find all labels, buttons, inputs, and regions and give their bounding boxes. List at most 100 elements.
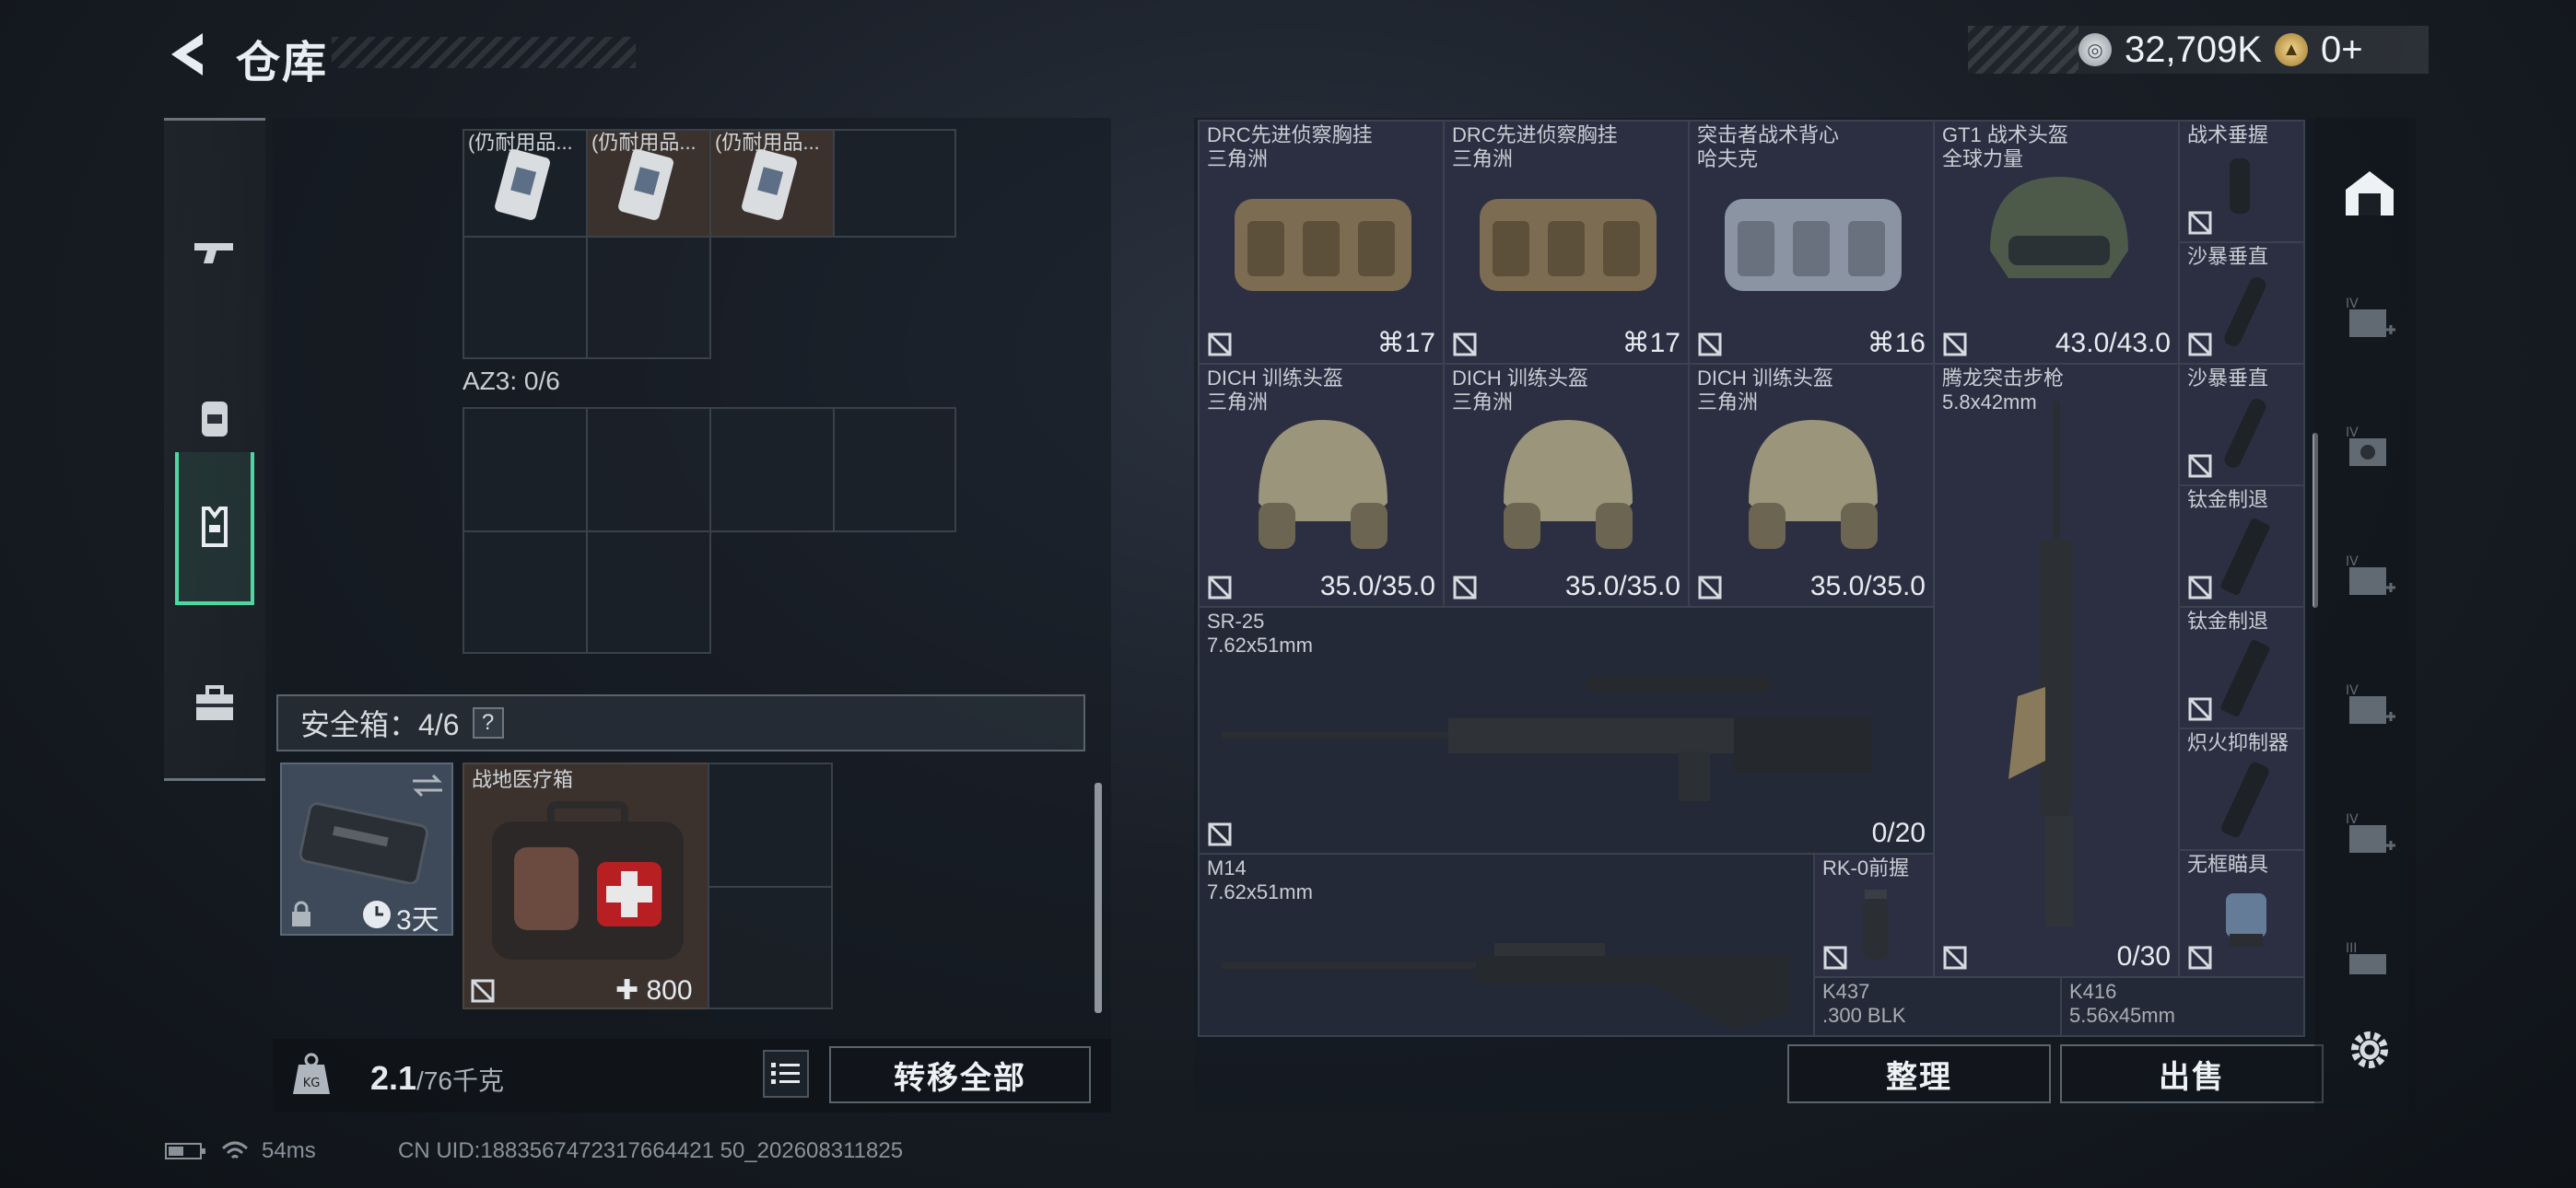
backpack-icon bbox=[202, 402, 228, 437]
storage-tab-iii[interactable]: III bbox=[2325, 930, 2414, 985]
az3-slot[interactable] bbox=[709, 407, 835, 532]
medkit-value: ✚ 800 bbox=[615, 975, 693, 1006]
stash-slot[interactable] bbox=[586, 236, 711, 359]
category-case[interactable] bbox=[175, 627, 254, 780]
list-view-button[interactable] bbox=[763, 1050, 809, 1098]
gold-coin-icon: ▲ bbox=[2275, 33, 2309, 66]
inventory-item[interactable]: DRC先进侦察胸挂 三角洲 ⌘17 bbox=[1198, 120, 1445, 365]
list-icon bbox=[771, 1063, 800, 1084]
stash-scrollbar[interactable] bbox=[1095, 783, 1102, 1013]
az3-slot[interactable] bbox=[463, 407, 588, 532]
inventory-item[interactable]: DICH 训练头盔 三角洲 35.0/35.0 bbox=[1198, 363, 1445, 608]
stash-slot[interactable] bbox=[463, 236, 588, 359]
page-title: 仓库 bbox=[236, 39, 329, 87]
inventory-item[interactable]: DICH 训练头盔 三角洲 35.0/35.0 bbox=[1688, 363, 1935, 608]
az3-slot[interactable] bbox=[833, 407, 956, 532]
item-capacity: ⌘16 bbox=[1867, 328, 1926, 358]
no-sell-icon bbox=[2188, 332, 2212, 356]
attachment-item[interactable]: 无框瞄具 bbox=[2178, 849, 2305, 978]
az3-slot[interactable] bbox=[586, 407, 711, 532]
chest-rig-icon bbox=[1235, 199, 1411, 291]
inventory-item[interactable]: K416 5.56x45mm bbox=[2060, 976, 2305, 1037]
medkit-slot[interactable]: 战地医疗箱 ✚ 800 bbox=[463, 763, 709, 1009]
chest-rig-icon bbox=[1480, 199, 1657, 291]
attachment-item[interactable]: 沙暴垂直 bbox=[2178, 363, 2305, 486]
item-capacity: ⌘17 bbox=[1622, 328, 1680, 358]
item-name-text: K437 bbox=[1822, 980, 1870, 1003]
user-id: CN UID:1883567472317664421 50_2026083118… bbox=[398, 1138, 904, 1163]
storage-tab-iv[interactable]: IV bbox=[2325, 396, 2414, 507]
item-name: 战术垂握 bbox=[2187, 123, 2269, 146]
item-capacity-text: 16 bbox=[1894, 328, 1926, 358]
inventory-item[interactable]: SR-25 7.62x51mm 0/20 bbox=[1198, 606, 1935, 855]
back-button[interactable] bbox=[164, 29, 210, 79]
item-sub: .300 BLK bbox=[1822, 1004, 1906, 1027]
attachment-item[interactable]: 钛金制退 bbox=[2178, 606, 2305, 729]
item-durability: 35.0/35.0 bbox=[1564, 571, 1680, 601]
transfer-all-button[interactable]: 转移全部 bbox=[829, 1046, 1091, 1103]
item-name-text: 腾龙突击步枪 bbox=[1942, 367, 2065, 390]
inventory-item[interactable]: RK-0前握 bbox=[1813, 853, 1935, 978]
stash-slot[interactable] bbox=[833, 129, 956, 238]
sort-button[interactable]: 整理 bbox=[1787, 1044, 2051, 1103]
item-name-text: 突击者战术背心 bbox=[1697, 123, 1840, 146]
no-sell-icon bbox=[2188, 211, 2212, 235]
item-name-text: M14 bbox=[1207, 856, 1247, 879]
item-name-text: K416 bbox=[2069, 980, 2117, 1003]
item-name: K416 5.56x45mm bbox=[2069, 980, 2175, 1028]
attachment-item[interactable]: 沙暴垂直 bbox=[2178, 241, 2305, 365]
inventory-item[interactable]: 突击者战术背心 哈夫克 ⌘16 bbox=[1688, 120, 1935, 365]
inventory-item[interactable]: K437.300 BLK bbox=[1813, 976, 2062, 1037]
safebox-slot[interactable] bbox=[708, 886, 833, 1009]
attachment-item[interactable]: 炽火抑制器 bbox=[2178, 728, 2305, 851]
no-sell-icon bbox=[471, 979, 495, 1003]
settings-button[interactable] bbox=[2325, 995, 2414, 1105]
helmet-icon bbox=[1504, 420, 1633, 549]
safebox-slot[interactable]: 3天 bbox=[280, 763, 453, 936]
helmet-icon bbox=[1749, 420, 1878, 549]
stash-slot[interactable]: (仍耐用品... bbox=[709, 129, 835, 238]
wifi-icon bbox=[221, 1141, 249, 1159]
inventory-item[interactable]: DICH 训练头盔 三角洲 35.0/35.0 bbox=[1443, 363, 1690, 608]
storage-tab-iv[interactable]: IV bbox=[2325, 525, 2414, 635]
gold-amount[interactable]: 0+ bbox=[2321, 29, 2363, 71]
category-vest[interactable] bbox=[175, 452, 254, 605]
no-sell-icon bbox=[1453, 332, 1477, 356]
lock-icon bbox=[292, 901, 310, 926]
item-name: DRC先进侦察胸挂 三角洲 bbox=[1452, 123, 1618, 171]
storage-tab-iv[interactable]: IV bbox=[2325, 783, 2414, 893]
currency-bar: ◎ 32,709K ▲ 0+ bbox=[1968, 26, 2429, 74]
storage-tab-iv[interactable]: IV bbox=[2325, 267, 2414, 378]
reflex-sight-icon bbox=[2226, 893, 2266, 947]
stash-slot[interactable]: (仍耐用品... bbox=[586, 129, 711, 238]
attachment-item[interactable]: 钛金制退 bbox=[2178, 484, 2305, 608]
medical-box-icon: IV bbox=[2346, 683, 2395, 724]
item-capacity: ⌘17 bbox=[1376, 328, 1435, 358]
briefcase-icon bbox=[196, 685, 233, 720]
help-button[interactable]: ? bbox=[472, 707, 504, 739]
storage-tab-iv[interactable]: IV bbox=[2325, 654, 2414, 764]
inventory-item[interactable]: 腾龙突击步枪 5.8x42mm 0/30 bbox=[1933, 363, 2180, 978]
az3-slot[interactable] bbox=[463, 530, 588, 654]
inventory-item[interactable]: M14 7.62x51mm bbox=[1198, 853, 1815, 1037]
sell-button[interactable]: 出售 bbox=[2060, 1044, 2324, 1103]
item-ammo: 0/30 bbox=[2116, 941, 2171, 972]
item-name: DRC先进侦察胸挂 三角洲 bbox=[1207, 123, 1373, 171]
ammo-box-icon: IV bbox=[2346, 425, 2386, 466]
attachment-item[interactable]: 战术垂握 bbox=[2178, 120, 2305, 243]
storage-tab-main[interactable] bbox=[2325, 138, 2414, 249]
inventory-item[interactable]: GT1 战术头盔 全球力量 43.0/43.0 bbox=[1933, 120, 2180, 365]
sniper-rifle-icon bbox=[1222, 676, 1872, 801]
no-sell-icon bbox=[1208, 576, 1232, 600]
consumable-icon bbox=[618, 149, 673, 220]
storage-box-icon: III bbox=[2346, 941, 2386, 974]
safebox-slot[interactable] bbox=[708, 763, 833, 888]
stash-slot[interactable]: (仍耐用品... bbox=[463, 129, 588, 238]
item-name: K437.300 BLK bbox=[1822, 980, 1906, 1028]
safe-case-icon bbox=[299, 802, 429, 884]
swap-icon[interactable] bbox=[409, 772, 446, 799]
muzzle-brake-icon bbox=[2220, 518, 2270, 595]
inventory-item[interactable]: DRC先进侦察胸挂 三角洲 ⌘17 bbox=[1443, 120, 1690, 365]
category-weapon[interactable] bbox=[175, 176, 254, 329]
az3-slot[interactable] bbox=[586, 530, 711, 654]
